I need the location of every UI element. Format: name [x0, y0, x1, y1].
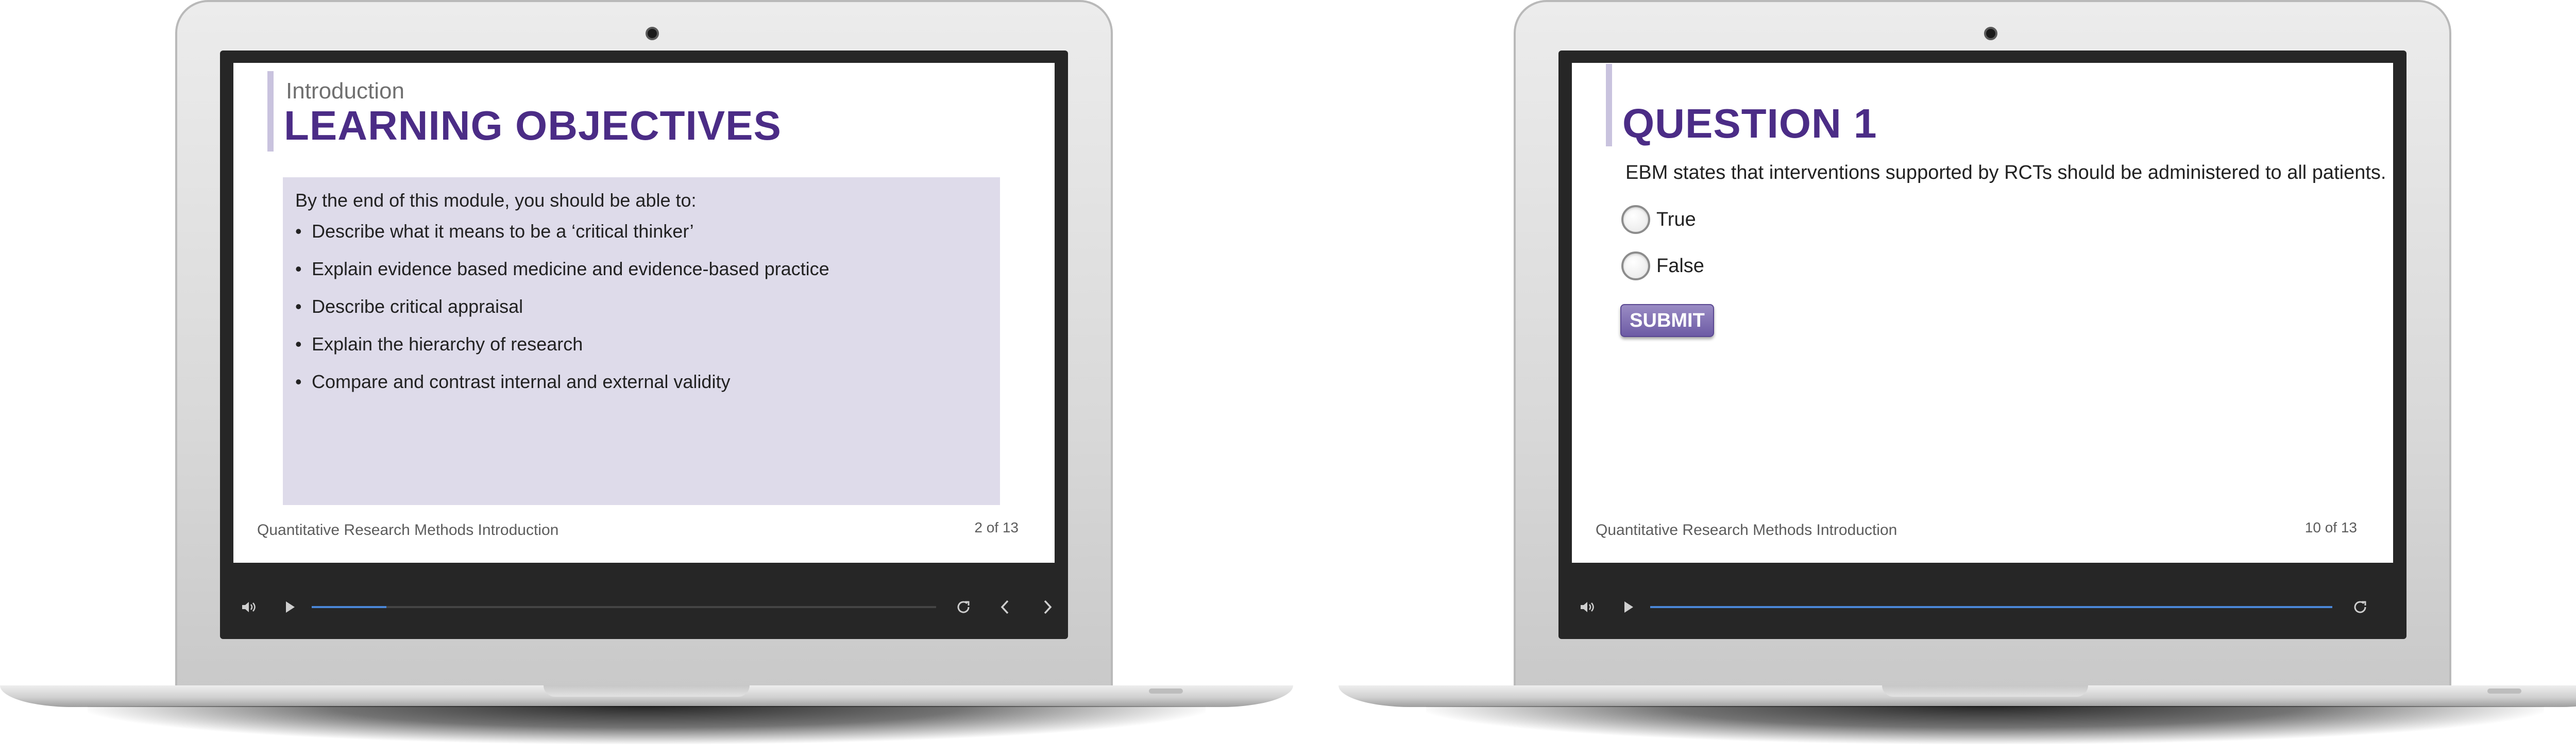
option-false[interactable]: False [1621, 251, 1704, 280]
slide-screen: Introduction LEARNING OBJECTIVES By the … [233, 63, 1055, 563]
play-icon[interactable] [275, 592, 306, 623]
option-label: True [1656, 208, 1696, 230]
radio-true[interactable] [1621, 205, 1650, 234]
player-bar [233, 586, 1055, 628]
progress-fill [1650, 606, 2332, 608]
progress-fill [312, 606, 387, 608]
volume-icon[interactable] [1572, 592, 1603, 623]
laptop-shadow [1426, 706, 2544, 744]
player-bar [1572, 586, 2393, 628]
course-footer: Quantitative Research Methods Introducti… [257, 522, 559, 539]
play-icon[interactable] [1613, 592, 1644, 623]
radio-false[interactable] [1621, 251, 1650, 280]
laptop-shadow [88, 706, 1206, 744]
replay-icon[interactable] [948, 592, 979, 623]
slide-title: LEARNING OBJECTIVES [284, 103, 782, 148]
slide-title: QUESTION 1 [1622, 100, 1877, 146]
page-number: 10 of 13 [2304, 519, 2357, 535]
list-item: • Describe what it means to be a ‘critica… [295, 221, 694, 242]
laptop-right: QUESTION 1 EBM states that interventions… [1338, 0, 2576, 756]
progress-track[interactable] [312, 606, 936, 608]
next-icon[interactable] [1032, 592, 1063, 623]
webcam-icon [1984, 27, 1997, 40]
list-item: • Explain the hierarchy of research [295, 333, 583, 355]
option-true[interactable]: True [1621, 205, 1696, 234]
objectives-intro: By the end of this module, you should be… [295, 190, 697, 211]
status-light [1149, 688, 1183, 694]
screen-bezel: Introduction LEARNING OBJECTIVES By the … [220, 51, 1068, 639]
list-item: • Describe critical appraisal [295, 296, 523, 317]
progress-track[interactable] [1650, 606, 2332, 608]
question-text: EBM states that interventions supported … [1625, 162, 2386, 183]
laptop-notch [1882, 685, 2088, 697]
volume-icon[interactable] [233, 592, 264, 623]
status-light [2487, 688, 2521, 694]
laptop-notch [544, 685, 750, 697]
title-accent-bar [1606, 64, 1612, 146]
laptop-left: Introduction LEARNING OBJECTIVES By the … [0, 0, 1293, 756]
objectives-box: By the end of this module, you should be… [283, 177, 1000, 505]
submit-button[interactable]: SUBMIT [1620, 304, 1714, 337]
previous-icon[interactable] [990, 592, 1021, 623]
screen-bezel: QUESTION 1 EBM states that interventions… [1558, 51, 2406, 639]
replay-icon[interactable] [2345, 592, 2376, 623]
title-accent-bar [267, 71, 274, 152]
list-item: • Compare and contrast internal and exter… [295, 371, 731, 392]
list-item: • Explain evidence based medicine and evi… [295, 258, 829, 279]
course-footer: Quantitative Research Methods Introducti… [1596, 522, 1897, 539]
page-number: 2 of 13 [974, 519, 1019, 535]
objectives-list: • Describe what it means to be a ‘critica… [295, 221, 988, 409]
webcam-icon [646, 27, 659, 40]
slide-subtitle: Introduction [286, 78, 404, 104]
option-label: False [1656, 255, 1704, 277]
slide-screen: QUESTION 1 EBM states that interventions… [1572, 63, 2393, 563]
